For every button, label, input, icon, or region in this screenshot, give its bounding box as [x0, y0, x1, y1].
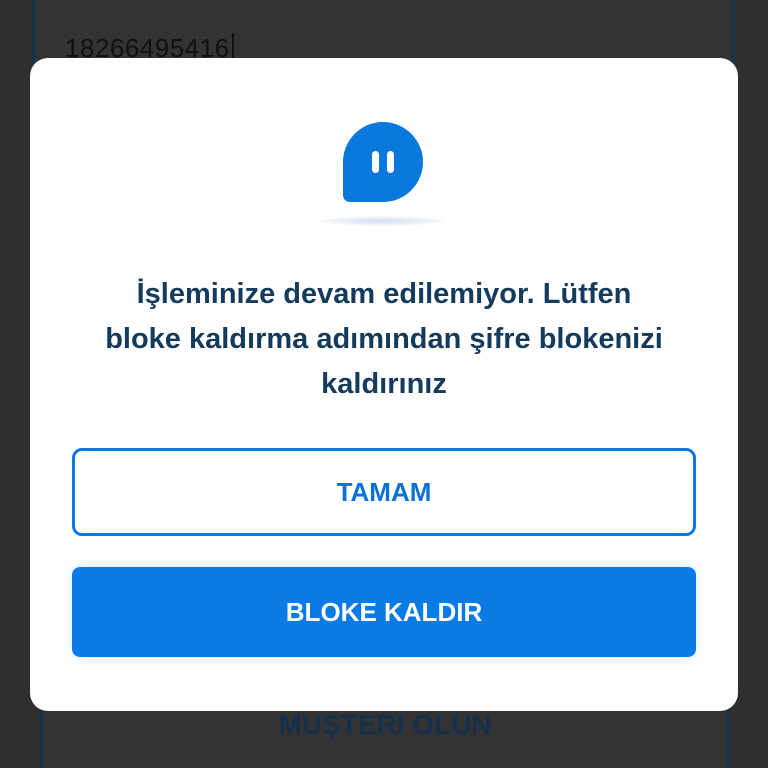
dialog-message-line: İşleminize devam edilemiyor. Lütfen [136, 278, 632, 310]
screen: 18266495416 MUŞTERI OLUN İşleminize deva… [0, 0, 768, 768]
become-customer-label: MUŞTERI OLUN [278, 709, 492, 740]
dialog-message: İşleminize devam edilemiyor. Lütfen blok… [60, 272, 708, 407]
icon-shadow [318, 216, 446, 226]
dialog-message-line: bloke kaldırma adımından şifre blokenizi [105, 323, 663, 355]
text-caret [231, 33, 234, 61]
dialog-message-line: kaldırınız [321, 368, 447, 400]
unblock-button[interactable]: BLOKE KALDIR [72, 567, 696, 657]
ok-button[interactable]: TAMAM [72, 448, 696, 536]
pause-chat-bubble-icon [343, 122, 423, 202]
